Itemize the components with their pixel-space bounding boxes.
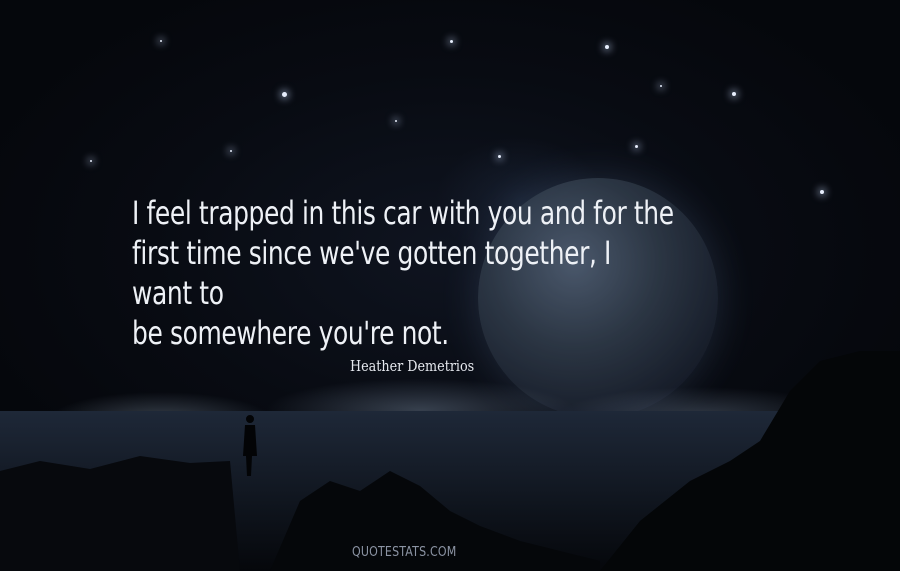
star — [605, 45, 609, 49]
quote-line-2: first time since we've gotten together, … — [132, 234, 612, 312]
star — [160, 40, 162, 42]
quote-author: Heather Demetrios — [350, 357, 475, 375]
star — [660, 85, 662, 87]
star — [395, 120, 397, 122]
star — [820, 190, 824, 194]
mountain-silhouette — [0, 351, 900, 571]
star — [230, 150, 232, 152]
quote-text: I feel trapped in this car with you and … — [132, 193, 678, 353]
star — [282, 92, 287, 97]
background-image: I feel trapped in this car with you and … — [0, 0, 900, 571]
quote-line-1: I feel trapped in this car with you and … — [132, 194, 674, 232]
star — [732, 92, 736, 96]
star — [635, 145, 638, 148]
star — [90, 160, 92, 162]
quote-line-3: be somewhere you're not. — [132, 314, 449, 352]
star — [450, 40, 453, 43]
watermark-link[interactable]: QUOTESTATS.COM — [352, 545, 456, 560]
star — [498, 155, 501, 158]
